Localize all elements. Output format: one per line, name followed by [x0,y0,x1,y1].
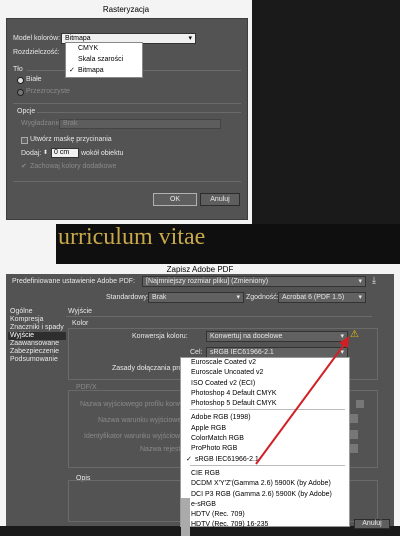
cancel-button[interactable]: Anuluj [200,193,240,206]
chevron-down-icon: ▾ [188,35,192,42]
chevron-down-icon: ▾ [236,294,240,301]
banner-text: urriculum vitae [58,224,206,250]
add-value: 0 cm [54,149,70,156]
target-option[interactable]: CIE RGB [186,469,349,479]
section-title: Wyjście [68,308,93,315]
check-icon: ✓ [69,67,75,74]
clip-mask-label: Utwórz maskę przycinania [30,136,112,143]
chevron-down-icon: ▾ [358,278,362,285]
bg-transparent-label: Przezroczyste [26,88,70,95]
standard-value: Brak [152,294,167,301]
compat-label: Zgodność: [246,294,279,301]
stepper-icon[interactable]: ⬍ [43,149,48,156]
sidebar-item-compression[interactable]: Kompresja [8,316,66,324]
save-pdf-panel: Predefiniowane ustawienie Adobe PDF: [Na… [6,274,394,536]
menu-item-label: Skala szarości [78,56,124,63]
bg-white-radio[interactable] [17,77,24,84]
save-pdf-dialog: Zapisz Adobe PDF Predefiniowane ustawien… [0,264,400,536]
target-option[interactable]: HDTV (Rec. 709) [186,510,349,520]
standard-select[interactable]: Brak ▾ [148,292,244,303]
color-model-value: Bitmapa [65,35,91,42]
sidebar-item-output[interactable]: Wyjście [8,332,66,340]
background-panel [0,224,56,264]
spot-colors-label: Zachowaj kolory dodatkowe [30,163,117,170]
menu-item-label: Bitmapa [78,67,104,74]
divider [37,112,241,113]
dialog-title: Zapisz Adobe PDF [166,265,234,274]
menu-item-bitmap[interactable]: ✓ Bitmapa [66,65,142,76]
target-option-label: Apple RGB [191,424,227,432]
rasterize-panel: Model kolorów: Bitmapa ▾ Rozdzielczość: … [6,18,248,220]
menu-item-cmyk[interactable]: CMYK [66,43,142,54]
options-label: Opcje [17,108,36,115]
target-option-label: CIE RGB [191,469,220,477]
add-suffix: wokół obiektu [81,150,124,157]
check-icon: ✓ [186,455,192,463]
arrow-line [255,341,347,465]
color-model-menu: CMYK Skala szarości ✓ Bitmapa [65,42,143,78]
divider [13,181,241,182]
target-option-label: HDTV (Rec. 709) [191,511,245,519]
menu-scrollbar[interactable] [181,498,190,536]
anti-alias-value: Brak [63,120,78,127]
compat-value: Acrobat 6 (PDF 1.5) [282,294,345,301]
anti-alias-select[interactable]: Brak [59,119,221,129]
conversion-label: Konwersja koloru: [132,333,188,340]
preset-label: Predefiniowane ustawienie Adobe PDF: [12,278,135,285]
target-option-label: Adobe RGB (1998) [191,414,251,422]
dialog-title: Rasteryzacja [102,5,150,14]
color-group-label: Kolor [72,320,89,327]
sidebar-item-security[interactable]: Zabezpieczenie [8,348,66,356]
color-model-label: Model kolorów: [13,35,61,42]
standard-label: Standardowy: [106,294,149,301]
target-option-label: ColorMatch RGB [191,435,244,443]
bg-white-label: Białe [26,76,42,83]
background-document: urriculum vitae [0,224,400,264]
divider [13,103,241,104]
menu-item-grayscale[interactable]: Skala szarości [66,54,142,65]
sidebar: Ogólne Kompresja Znaczniki i spady Wyjśc… [8,308,66,522]
compat-select[interactable]: Acrobat 6 (PDF 1.5) ▾ [278,292,366,303]
chevron-down-icon: ▾ [358,294,362,301]
pdfx-row-label: Nazwa warunku wyjściowego: [98,417,191,424]
target-option[interactable]: DCDM X'Y'Z'(Gamma 2.6) 5900K (by Adobe) [186,479,349,489]
menu-item-label: CMYK [78,45,99,52]
pdfx-row-label: Identyfikator warunku wyjściowego: [84,433,194,440]
target-option-label: ProPhoto RGB [191,445,238,453]
preset-select[interactable]: [Najmniejszy rozmiar pliku] (Zmieniony) … [142,276,366,287]
target-option[interactable]: DCI P3 RGB (Gamma 2.6) 5900K (by Adobe) [186,490,349,500]
annotation-arrow [255,336,349,465]
target-option-label: DCDM X'Y'Z'(Gamma 2.6) 5900K (by Adobe) [191,480,331,488]
target-option-label: HDTV (Rec. 709) 16-235 [191,521,269,529]
target-option-label: DCI P3 RGB (Gamma 2.6) 5900K (by Adobe) [191,490,332,498]
add-input[interactable]: 0 cm [51,148,79,158]
sidebar-item-summary[interactable]: Podsumowanie [8,356,66,364]
ok-button[interactable]: OK [153,193,197,206]
sidebar-item-marks[interactable]: Znaczniki i spady [8,324,66,332]
bg-transparent-radio[interactable] [17,89,24,96]
resolution-label: Rozdzielczość: [13,49,60,56]
background-label: Tło [13,66,23,73]
rasterize-dialog: Rasteryzacja Model kolorów: Bitmapa ▾ Ro… [0,0,252,224]
sidebar-item-general[interactable]: Ogólne [8,308,66,316]
target-option-label: e-sRGB [191,500,216,508]
check-icon[interactable]: ✔ [21,162,27,170]
cancel-button[interactable]: Anuluj [354,519,390,529]
target-option[interactable]: e-sRGB [186,500,349,510]
preset-value: [Najmniejszy rozmiar pliku] (Zmieniony) [146,278,269,285]
anti-alias-label: Wygładzanie: [21,120,63,127]
save-preset-icon[interactable]: ⤓ [372,275,376,286]
divider [66,316,372,317]
sidebar-item-advanced[interactable]: Zaawansowane [8,340,66,348]
add-label: Dodaj: [21,150,42,157]
pdfx-row-control[interactable] [356,400,364,408]
target-label: Cel: [190,349,203,356]
clip-mask-checkbox[interactable] [21,137,28,144]
